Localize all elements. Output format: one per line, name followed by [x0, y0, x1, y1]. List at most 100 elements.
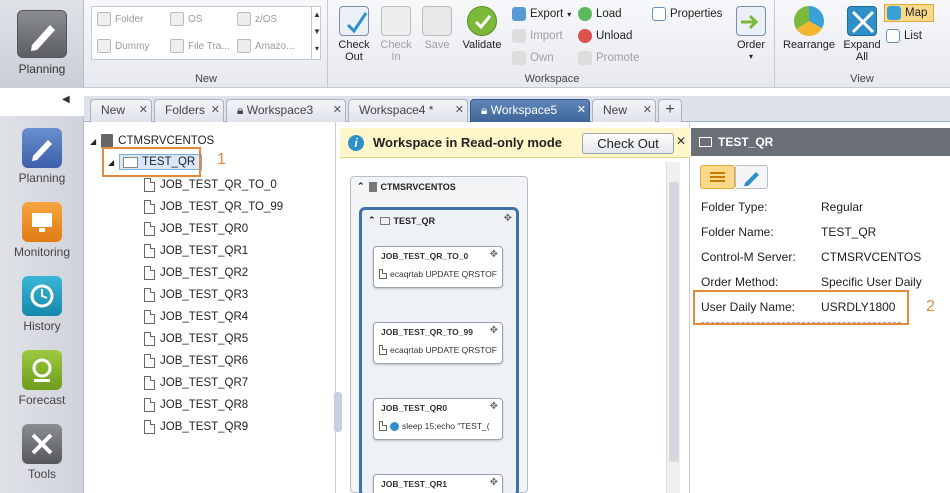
tree-job-node[interactable]: JOB_TEST_QR7: [144, 373, 248, 393]
own-button[interactable]: Own: [512, 49, 554, 67]
pencil-icon: [17, 10, 67, 58]
collapse-nav-arrow[interactable]: ◀: [62, 94, 70, 105]
job-card[interactable]: JOB_TEST_QR1 ✥: [373, 474, 503, 493]
planning-ribbon-button[interactable]: Planning: [0, 0, 84, 88]
ribbon: Planning Folder OS z/OS Dummy File Tra..…: [0, 0, 950, 88]
nav-monitoring[interactable]: Monitoring: [0, 202, 84, 259]
new-zos-item[interactable]: z/OS: [237, 9, 277, 29]
forecast-icon: [22, 350, 62, 390]
expand-all-button[interactable]: Expand All: [842, 6, 882, 63]
edit-view-toggle[interactable]: [735, 165, 768, 189]
move-icon[interactable]: ✥: [490, 325, 498, 336]
monitor-icon: [22, 202, 62, 242]
server-icon: [368, 181, 377, 192]
close-icon[interactable]: ✕: [577, 103, 586, 116]
expand-arrow-icon[interactable]: ◢: [90, 137, 96, 146]
save-button[interactable]: Save: [420, 6, 454, 51]
export-button[interactable]: Export ▾: [512, 5, 571, 23]
import-button[interactable]: Import: [512, 27, 563, 45]
close-icon[interactable]: ✕: [455, 103, 464, 116]
job-icon: [379, 269, 387, 279]
close-icon[interactable]: ✕: [139, 103, 148, 116]
tree-job-node[interactable]: JOB_TEST_QR2: [144, 263, 248, 283]
tab-folders[interactable]: Folders ✕: [154, 99, 224, 122]
job-icon: [379, 421, 387, 431]
new-folder-item[interactable]: Folder: [97, 9, 143, 29]
close-icon[interactable]: ✕: [211, 103, 220, 116]
tree-job-node[interactable]: JOB_TEST_QR3: [144, 285, 248, 305]
tree-job-node[interactable]: JOB_TEST_QR1: [144, 241, 248, 261]
nav-tools[interactable]: Tools: [0, 424, 84, 481]
tab-workspace5[interactable]: 🔒︎ Workspace5 ✕: [470, 99, 590, 122]
scrollbar-thumb[interactable]: [669, 182, 679, 462]
property-value: CTMSRVCENTOS: [821, 250, 922, 264]
list-icon: [886, 29, 900, 43]
job-card[interactable]: JOB_TEST_QR0 ✥ sleep 15;echo "TEST_(: [373, 398, 503, 440]
tree-job-node[interactable]: JOB_TEST_QR8: [144, 395, 248, 415]
check-in-button[interactable]: Check In: [378, 6, 414, 63]
list-view-button[interactable]: List: [886, 27, 922, 45]
close-icon[interactable]: ✕: [333, 103, 342, 116]
view-group-title: View: [850, 73, 874, 85]
property-key: Folder Name:: [701, 225, 774, 239]
unload-button[interactable]: Unload: [578, 27, 632, 45]
promote-button[interactable]: Promote: [578, 49, 639, 67]
move-icon[interactable]: ✥: [490, 249, 498, 260]
job-icon: [144, 222, 155, 236]
gallery-scroll[interactable]: ▲ ▼ ▾: [311, 6, 322, 60]
nav-planning[interactable]: Planning: [0, 128, 84, 185]
tree-job-node[interactable]: JOB_TEST_QR6: [144, 351, 248, 371]
nav-history[interactable]: History: [0, 276, 84, 333]
job-card[interactable]: JOB_TEST_QR_TO_0 ✥ ecaqrtab UPDATE QRSTOF: [373, 246, 503, 288]
callout-label-1: 1: [217, 151, 226, 168]
tree-job-node[interactable]: JOB_TEST_QR_TO_99: [144, 197, 283, 217]
tab-new-2[interactable]: New ✕: [592, 99, 656, 122]
tree-job-node[interactable]: JOB_TEST_QR5: [144, 329, 248, 349]
expand-icon: [847, 6, 877, 36]
job-icon: [144, 420, 155, 434]
lock-icon: 🔒︎: [237, 103, 244, 117]
callout-box-1: [102, 147, 201, 177]
general-view-toggle[interactable]: [700, 165, 735, 189]
lock-icon: 🔒︎: [481, 103, 488, 117]
tab-workspace4[interactable]: Workspace4 * ✕: [348, 99, 468, 122]
tab-new-1[interactable]: New ✕: [90, 99, 152, 122]
add-tab-button[interactable]: +: [658, 99, 682, 122]
banner-text: Workspace in Read-only mode: [373, 135, 563, 150]
map-view-button[interactable]: Map: [884, 4, 934, 22]
nav-forecast[interactable]: Forecast: [0, 350, 84, 407]
splitter-handle[interactable]: [334, 392, 342, 432]
tree-job-node[interactable]: JOB_TEST_QR4: [144, 307, 248, 327]
validate-button[interactable]: Validate: [460, 6, 504, 51]
save-icon: [422, 6, 452, 36]
check-out-button[interactable]: Check Out: [336, 6, 372, 63]
check-out-icon: [339, 6, 369, 36]
job-card[interactable]: JOB_TEST_QR_TO_99 ✥ ecaqrtab UPDATE QRSTOF: [373, 322, 503, 364]
vertical-scrollbar[interactable]: [666, 162, 680, 493]
move-icon[interactable]: ✥: [490, 401, 498, 412]
job-icon: [144, 376, 155, 390]
properties-icon: [652, 7, 666, 21]
folder-tree: ◢ CTMSRVCENTOS ◢ TEST_QR JOB_TEST_QR_TO_…: [84, 122, 336, 493]
tab-workspace3[interactable]: 🔒︎ Workspace3 ✕: [226, 99, 346, 122]
properties-button[interactable]: Properties: [652, 5, 722, 23]
order-button[interactable]: Order ▾: [732, 6, 770, 63]
tree-job-node[interactable]: JOB_TEST_QR0: [144, 219, 248, 239]
new-os-item[interactable]: OS: [170, 9, 202, 29]
promote-icon: [578, 51, 592, 65]
info-icon: i: [348, 134, 364, 151]
tree-job-node[interactable]: JOB_TEST_QR_TO_0: [144, 175, 277, 195]
rearrange-button[interactable]: Rearrange: [780, 6, 838, 51]
close-icon[interactable]: ✕: [676, 134, 686, 148]
banner-check-out-button[interactable]: Check Out: [582, 133, 674, 154]
tree-job-node[interactable]: JOB_TEST_QR9: [144, 417, 248, 437]
close-icon[interactable]: ✕: [643, 103, 652, 116]
load-button[interactable]: Load: [578, 5, 622, 23]
move-icon[interactable]: ✥: [490, 477, 498, 488]
new-file-transfer-item[interactable]: File Tra...: [170, 36, 230, 56]
collapse-icon: ⌃: [368, 215, 376, 225]
new-dummy-item[interactable]: Dummy: [97, 36, 149, 56]
server-container: ⌃ CTMSRVCENTOS ⌃ TEST_QR ✥ JOB_TEST_QR_TO_…: [350, 176, 528, 493]
move-icon[interactable]: ✥: [504, 213, 512, 224]
new-amazon-item[interactable]: Amazo...: [237, 36, 294, 56]
